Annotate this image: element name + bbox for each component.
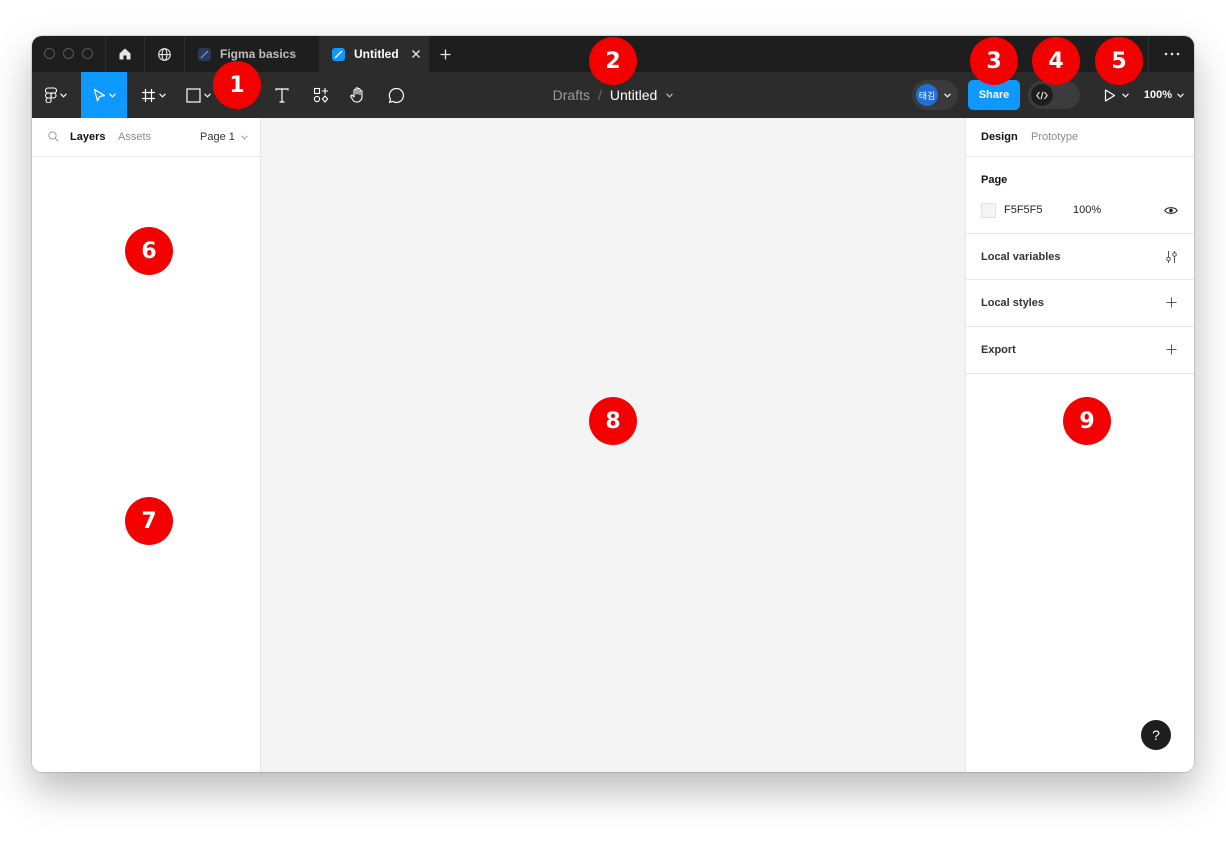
tab-label: Figma basics xyxy=(220,47,297,61)
home-button[interactable] xyxy=(106,36,144,72)
chevron-down-icon xyxy=(108,92,116,98)
new-tab-button[interactable] xyxy=(429,36,461,72)
layers-panel-header: Layers Assets Page 1 xyxy=(32,118,260,157)
main-menu-button[interactable] xyxy=(38,72,74,118)
components-icon xyxy=(313,87,329,103)
chevron-down-icon xyxy=(944,92,951,98)
export-section[interactable]: Export xyxy=(966,327,1194,374)
annotation-badge: 9 xyxy=(1063,397,1111,445)
help-button[interactable]: ? xyxy=(1141,720,1171,750)
annotation-badge: 6 xyxy=(125,227,173,275)
multiplayer-avatar-button[interactable]: 태김 xyxy=(912,80,958,110)
local-styles-section[interactable]: Local styles xyxy=(966,280,1194,327)
zoom-level: 100% xyxy=(1143,89,1173,101)
close-window-button[interactable] xyxy=(44,48,55,59)
chevron-down-icon xyxy=(158,92,166,98)
export-label: Export xyxy=(981,344,1016,356)
chevron-down-icon xyxy=(203,92,211,98)
annotation-badge: 1 xyxy=(213,61,261,109)
comment-tool-button[interactable] xyxy=(381,72,411,118)
design-panel: Design Prototype Page F5F5F5 100% Local … xyxy=(965,118,1194,772)
annotation-badge: 8 xyxy=(589,397,637,445)
minimize-window-button[interactable] xyxy=(63,48,74,59)
chevron-down-icon xyxy=(60,92,67,98)
tab-untitled[interactable]: Untitled xyxy=(319,36,429,72)
home-icon xyxy=(119,48,131,60)
hand-tool-button[interactable] xyxy=(343,72,373,118)
plus-icon[interactable] xyxy=(1166,344,1177,355)
tab-prototype[interactable]: Prototype xyxy=(1031,131,1078,143)
shape-tool-button[interactable] xyxy=(180,72,216,118)
tab-design[interactable]: Design xyxy=(981,131,1018,143)
annotation-badge: 4 xyxy=(1032,37,1080,85)
chevron-down-icon[interactable] xyxy=(666,92,674,98)
design-panel-tabs: Design Prototype xyxy=(966,118,1194,157)
text-tool-button[interactable] xyxy=(267,72,297,118)
dev-mode-toggle[interactable] xyxy=(1028,81,1080,109)
move-tool-button[interactable] xyxy=(81,72,127,118)
local-styles-label: Local styles xyxy=(981,297,1044,309)
file-name[interactable]: Untitled xyxy=(610,87,657,103)
zoom-menu-button[interactable]: 100% xyxy=(1139,72,1189,118)
resources-tool-button[interactable] xyxy=(306,72,336,118)
annotation-badge: 5 xyxy=(1095,37,1143,85)
community-button[interactable] xyxy=(145,36,183,72)
search-icon[interactable] xyxy=(48,131,59,142)
design-file-icon xyxy=(332,47,345,61)
page-section-title: Page xyxy=(981,174,1008,186)
plus-icon xyxy=(440,49,450,59)
page-selector[interactable]: Page 1 xyxy=(200,131,248,143)
annotation-badge: 2 xyxy=(589,37,637,85)
play-icon xyxy=(1104,88,1115,102)
variables-sliders-icon[interactable] xyxy=(1165,250,1178,264)
breadcrumb-separator: / xyxy=(597,87,602,103)
page-color-swatch[interactable] xyxy=(981,203,996,218)
cursor-icon xyxy=(93,88,105,102)
local-variables-label: Local variables xyxy=(981,251,1061,263)
tab-layers[interactable]: Layers xyxy=(70,131,105,143)
tab-assets[interactable]: Assets xyxy=(118,131,151,143)
text-icon xyxy=(275,87,289,103)
hand-icon xyxy=(350,87,363,103)
annotation-badge: 3 xyxy=(970,37,1018,85)
more-menu-button[interactable] xyxy=(1149,36,1194,72)
more-dots-icon xyxy=(1164,52,1179,56)
page-opacity-value[interactable]: 100% xyxy=(1073,204,1101,216)
tab-label: Untitled xyxy=(354,47,399,61)
plus-icon[interactable] xyxy=(1166,297,1177,308)
local-variables-section[interactable]: Local variables xyxy=(966,234,1194,280)
page-selector-label: Page 1 xyxy=(200,131,235,143)
figma-logo-icon xyxy=(45,87,57,103)
avatar: 태김 xyxy=(916,84,938,106)
eye-icon[interactable] xyxy=(1164,206,1178,215)
frame-tool-button[interactable] xyxy=(135,72,171,118)
chevron-down-icon xyxy=(1177,92,1184,98)
chevron-down-icon xyxy=(241,135,248,140)
rectangle-icon xyxy=(185,87,201,103)
annotation-badge: 7 xyxy=(125,497,173,545)
globe-icon xyxy=(157,47,171,61)
maximize-window-button[interactable] xyxy=(82,48,93,59)
breadcrumb-drafts[interactable]: Drafts xyxy=(553,87,590,103)
code-icon xyxy=(1031,84,1053,106)
layers-panel: Layers Assets Page 1 xyxy=(32,118,261,772)
comment-bubble-icon xyxy=(388,87,404,103)
chevron-down-icon xyxy=(1121,92,1129,98)
close-tab-icon[interactable] xyxy=(411,49,421,59)
design-file-icon xyxy=(198,47,211,61)
canvas[interactable] xyxy=(261,118,965,772)
page-color-value[interactable]: F5F5F5 xyxy=(1004,204,1043,216)
frame-hash-icon xyxy=(141,88,155,102)
page-section: Page F5F5F5 100% xyxy=(966,157,1194,234)
